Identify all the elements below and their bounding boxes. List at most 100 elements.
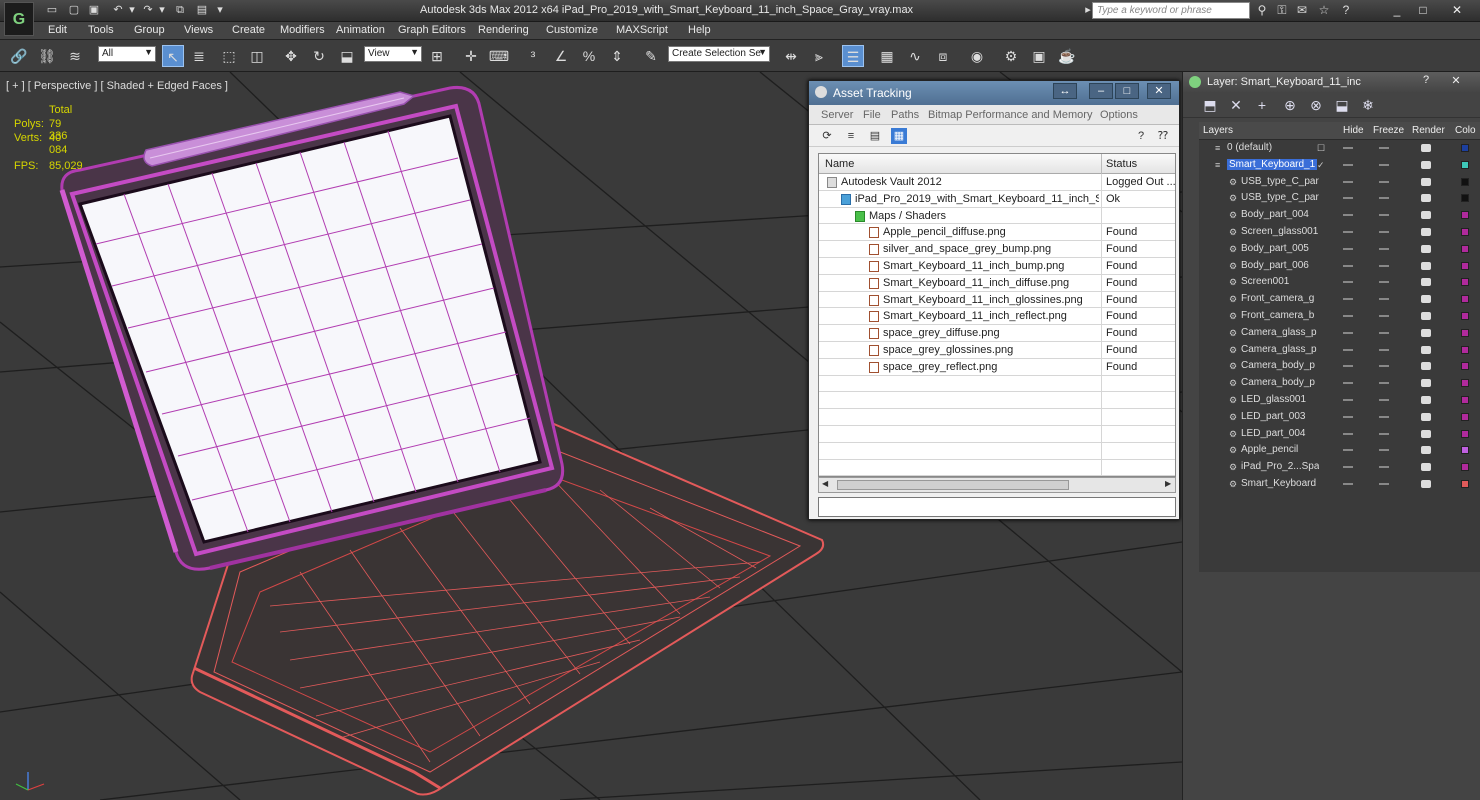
scroll-right-icon[interactable]: ▶: [1165, 479, 1171, 488]
asset-row[interactable]: Maps / Shaders: [819, 207, 1175, 225]
open-file-icon[interactable]: ▢: [66, 3, 82, 17]
render-teapot-icon[interactable]: [1421, 345, 1431, 354]
help-icon[interactable]: ?: [1338, 3, 1354, 18]
hide-toggle[interactable]: [1343, 163, 1353, 166]
render-teapot-icon[interactable]: [1421, 261, 1431, 270]
layer-name[interactable]: Front_camera_b: [1241, 310, 1314, 321]
column-freeze[interactable]: Freeze: [1373, 125, 1404, 136]
column-hide[interactable]: Hide: [1343, 125, 1364, 136]
select-and-move-icon[interactable]: ✥: [280, 45, 302, 67]
layer-row[interactable]: ⚙ Camera_glass_p: [1199, 342, 1480, 359]
layer-name[interactable]: Apple_pencil: [1241, 444, 1298, 455]
hide-toggle[interactable]: [1343, 147, 1353, 149]
render-teapot-icon[interactable]: [1421, 278, 1431, 287]
manipulate-icon[interactable]: ✛: [460, 45, 482, 67]
create-layer-icon[interactable]: ⬒: [1201, 97, 1219, 113]
table-view-icon[interactable]: ▤: [867, 128, 883, 144]
freeze-toggle[interactable]: [1379, 298, 1389, 301]
layer-color-swatch[interactable]: [1461, 211, 1469, 220]
asset-menu-bitmap-performance[interactable]: Bitmap Performance and Memory: [928, 109, 1092, 121]
freeze-toggle[interactable]: [1379, 163, 1389, 166]
layer-name[interactable]: iPad_Pro_2...Spa: [1241, 461, 1319, 472]
render-teapot-icon[interactable]: [1421, 379, 1431, 388]
freeze-toggle[interactable]: [1379, 147, 1389, 149]
hide-toggle[interactable]: [1343, 180, 1353, 183]
asset-menu-server[interactable]: Server: [821, 109, 853, 121]
hide-unhide-all-icon[interactable]: ⬓: [1333, 97, 1351, 113]
layer-color-swatch[interactable]: [1461, 395, 1469, 404]
freeze-toggle[interactable]: [1379, 398, 1389, 401]
layer-row[interactable]: ⚙ Front_camera_g: [1199, 291, 1480, 308]
schematic-view-icon[interactable]: ⧈: [932, 45, 954, 67]
layer-row[interactable]: ⚙ LED_glass001: [1199, 392, 1480, 409]
render-teapot-icon[interactable]: [1421, 227, 1431, 236]
rendered-frame-window-icon[interactable]: ▣: [1028, 45, 1050, 67]
hide-toggle[interactable]: [1343, 449, 1353, 452]
layer-manager-titlebar[interactable]: Layer: Smart_Keyboard_11_inc ? ✕: [1183, 72, 1480, 92]
highlight-selected-icon[interactable]: ⊗: [1307, 97, 1325, 113]
render-teapot-icon[interactable]: [1421, 395, 1431, 404]
freeze-toggle[interactable]: [1379, 348, 1389, 351]
graphite-ribbon-icon[interactable]: ▦: [876, 45, 898, 67]
layer-row[interactable]: ⚙ Body_part_004: [1199, 207, 1480, 224]
asset-row[interactable]: Apple_pencil_diffuse.png Found: [819, 224, 1175, 242]
app-menu-button[interactable]: G: [4, 2, 34, 36]
close-icon[interactable]: ✕: [1147, 83, 1171, 99]
curve-editor-icon[interactable]: ∿: [904, 45, 926, 67]
scroll-left-icon[interactable]: ◀: [822, 479, 828, 488]
render-teapot-icon[interactable]: [1421, 177, 1431, 186]
select-and-rotate-icon[interactable]: ↻: [308, 45, 330, 67]
quick-access-dropdown-icon[interactable]: ▾: [212, 3, 228, 17]
keyboard-shortcut-toggle-icon[interactable]: ⌨: [488, 45, 510, 67]
layer-row[interactable]: ⚙ LED_part_003: [1199, 409, 1480, 426]
layer-color-swatch[interactable]: [1461, 328, 1469, 337]
layer-color-swatch[interactable]: [1461, 227, 1469, 236]
layer-color-swatch[interactable]: [1461, 463, 1469, 472]
asset-row[interactable]: space_grey_diffuse.png Found: [819, 325, 1175, 343]
material-editor-icon[interactable]: ◉: [966, 45, 988, 67]
freeze-toggle[interactable]: [1379, 382, 1389, 385]
binoculars-icon[interactable]: ⚲: [1254, 3, 1270, 18]
freeze-toggle[interactable]: [1379, 466, 1389, 469]
spinner-snap-icon[interactable]: ⇕: [606, 45, 628, 67]
list-view-icon[interactable]: ≡: [843, 128, 859, 144]
layer-color-swatch[interactable]: [1461, 311, 1469, 320]
layer-row[interactable]: ⚙ Front_camera_b: [1199, 308, 1480, 325]
freeze-toggle[interactable]: [1379, 180, 1389, 183]
layer-row[interactable]: ⚙ Camera_body_p: [1199, 358, 1480, 375]
angle-snap-icon[interactable]: ∠: [550, 45, 572, 67]
layer-color-swatch[interactable]: [1461, 160, 1469, 169]
layer-name[interactable]: Camera_body_p: [1241, 360, 1315, 371]
maximize-icon[interactable]: □: [1115, 83, 1139, 99]
layer-name[interactable]: 0 (default): [1227, 142, 1272, 153]
render-teapot-icon[interactable]: [1421, 244, 1431, 253]
select-highlighted-icon[interactable]: ⊕: [1281, 97, 1299, 113]
layer-color-swatch[interactable]: [1461, 278, 1469, 287]
render-teapot-icon[interactable]: [1421, 362, 1431, 371]
hide-toggle[interactable]: [1343, 398, 1353, 401]
freeze-toggle[interactable]: [1379, 197, 1389, 200]
layer-row[interactable]: ⚙ Camera_body_p: [1199, 375, 1480, 392]
freeze-toggle[interactable]: [1379, 314, 1389, 317]
close-icon[interactable]: ✕: [1446, 1, 1468, 19]
align-icon[interactable]: ⫸: [808, 45, 830, 67]
grid-view-icon[interactable]: ▦: [891, 128, 907, 144]
select-object-icon[interactable]: ↖: [162, 45, 184, 67]
hide-toggle[interactable]: [1343, 365, 1353, 368]
layer-row[interactable]: ≡ 0 (default) ☐: [1199, 140, 1480, 157]
layer-color-swatch[interactable]: [1461, 345, 1469, 354]
mirror-icon[interactable]: ⇹: [780, 45, 802, 67]
asset-row[interactable]: Autodesk Vault 2012 Logged Out ...: [819, 174, 1175, 191]
menu-customize[interactable]: Customize: [546, 24, 598, 36]
column-status[interactable]: Status: [1106, 158, 1137, 170]
render-teapot-icon[interactable]: [1421, 211, 1431, 220]
menu-maxscript[interactable]: MAXScript: [616, 24, 668, 36]
asset-menu-paths[interactable]: Paths: [891, 109, 919, 121]
layer-name[interactable]: Smart_Keyboard_1: [1227, 158, 1318, 170]
layer-row[interactable]: ⚙ Screen_glass001: [1199, 224, 1480, 241]
set-current-layer-icon[interactable]: ☐: [1317, 143, 1327, 153]
menu-views[interactable]: Views: [184, 24, 213, 36]
hide-toggle[interactable]: [1343, 331, 1353, 334]
render-teapot-icon[interactable]: [1421, 463, 1431, 472]
asset-row[interactable]: space_grey_glossines.png Found: [819, 341, 1175, 359]
